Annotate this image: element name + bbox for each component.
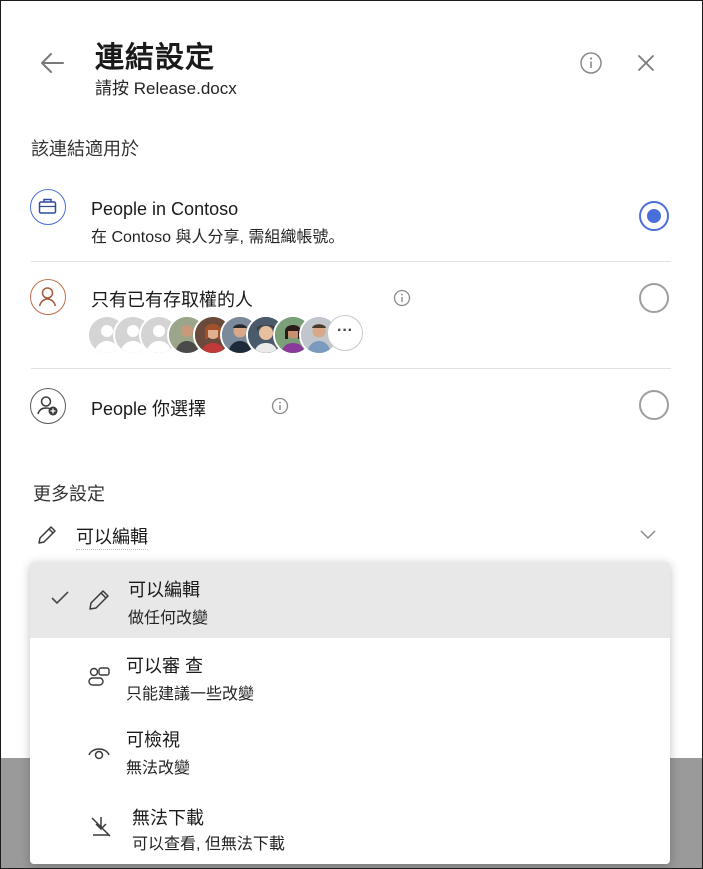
menu-item-title: 可檢視 (126, 730, 180, 750)
option-contoso-title: People in Contoso (91, 199, 239, 219)
menu-item-title: 可以編輯 (128, 580, 200, 600)
menu-item-description: 做任何改變 (128, 610, 209, 627)
close-button[interactable] (633, 50, 659, 76)
scope-section-label: 該連結適用於 (31, 139, 139, 159)
option-contoso-description: 在 Contoso 與人分享, 需組織帳號。 (91, 229, 345, 246)
divider (31, 368, 671, 369)
permission-menu: 可以編輯 做任何改變 可以審 查 只能建議一些改變 可檢視 無法改變 無法下載 … (30, 562, 670, 864)
menu-item-description: 無法改變 (126, 760, 191, 777)
radio-contoso[interactable] (639, 201, 669, 231)
eye-icon (88, 748, 110, 760)
menu-item-can-edit[interactable]: 可以編輯 做任何改變 (30, 562, 670, 638)
no-download-icon (91, 817, 111, 837)
briefcase-icon (30, 189, 66, 225)
more-settings-label: 更多設定 (33, 484, 105, 504)
option-specific-people-title: People 你選擇 (91, 399, 207, 419)
person-icon (30, 279, 66, 315)
divider (31, 261, 671, 262)
close-icon (638, 55, 654, 71)
option-existing-access-title: 只有已有存取權的人 (91, 290, 253, 310)
radio-specific-people[interactable] (639, 390, 669, 420)
person-add-icon (30, 388, 66, 424)
file-name-subtitle: 請按 Release.docx (95, 79, 237, 98)
menu-item-can-review[interactable]: 可以審 查 只能建議一些改變 (30, 638, 670, 714)
more-people-label: ··· (337, 322, 353, 339)
menu-item-cannot-download[interactable]: 無法下載 可以查看, 但無法下載 (30, 788, 670, 864)
pencil-icon (38, 526, 56, 544)
radio-existing-access[interactable] (639, 283, 669, 313)
menu-item-title: 可以審 查 (126, 656, 204, 676)
more-people-button[interactable]: ··· (327, 315, 363, 351)
info-button[interactable] (579, 51, 603, 75)
existing-access-info-icon[interactable] (393, 289, 411, 307)
info-icon (580, 52, 602, 74)
menu-item-title: 無法下載 (132, 808, 204, 828)
review-icon (88, 667, 110, 686)
arrow-left-icon (41, 53, 64, 73)
chevron-down-icon (640, 530, 656, 540)
specific-people-info-icon[interactable] (271, 397, 289, 415)
menu-item-description: 可以查看, 但無法下載 (132, 836, 285, 853)
checkmark-icon (51, 591, 69, 605)
menu-item-can-view[interactable]: 可檢視 無法改變 (30, 714, 670, 788)
screenshot-frame: 連結設定 請按 Release.docx 該連結適用於 People in Co (0, 0, 703, 869)
menu-item-description: 只能建議一些改變 (126, 686, 255, 703)
pencil-icon (89, 590, 109, 610)
page-title: 連結設定 (95, 42, 216, 74)
permission-dropdown[interactable]: 可以編輯 (31, 515, 671, 555)
back-button[interactable] (35, 45, 71, 81)
permission-value: 可以編輯 (76, 523, 148, 550)
